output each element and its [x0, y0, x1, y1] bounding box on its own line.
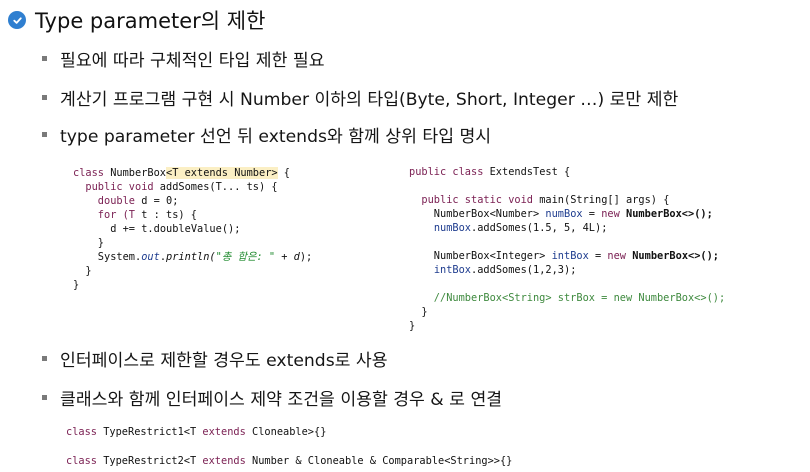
code-line: public static void main(String[] args) { [409, 194, 670, 206]
code-line: d += t.doubleValue(); [110, 223, 241, 235]
bullet-square-icon [42, 132, 47, 137]
heading-text: Type parameter의 제한 [35, 9, 266, 33]
code-comment-line: //NumberBox<String> strBox = new NumberB… [409, 292, 726, 304]
code-line: for (T t : ts) { [73, 209, 198, 221]
code-line: } [73, 237, 104, 249]
bullet-item: 인터페이스로 제한할 경우도 extends로 사용 [42, 346, 388, 371]
code-line: } [409, 306, 428, 318]
code-line: numBox.addSomes(1.5, 5, 4L); [433, 222, 608, 234]
code-line: NumberBox<Integer> intBox = new NumberBo… [409, 250, 720, 262]
bullet-item: type parameter 선언 뒤 extends와 함께 상위 타입 명시 [42, 122, 491, 147]
code-line: System.out.println("총 합은: " + d); [73, 251, 313, 263]
code-block-extendstest: public class ExtendsTest { public static… [409, 165, 725, 333]
code-line: public class ExtendsTest { [409, 166, 571, 178]
bullet-square-icon [42, 395, 47, 400]
checkmark-circle-icon [8, 11, 26, 29]
code-line-typerestrict1: class TypeRestrict1<T extends Cloneable>… [66, 426, 327, 438]
bullet-item: 계산기 프로그램 구현 시 Number 이하의 타입(Byte, Short,… [42, 85, 678, 110]
slide-heading: Type parameter의 제한 [8, 4, 265, 36]
code-line: NumberBox<Number> numBox = new NumberBox… [409, 208, 713, 220]
bullet-item: 필요에 따라 구체적인 타입 제한 필요 [42, 46, 325, 71]
code-line: } [73, 265, 92, 277]
bullet-square-icon [42, 56, 47, 61]
code-line: } [73, 279, 80, 291]
code-line: public void addSomes(T... ts) { [73, 181, 278, 193]
code-line: class NumberBox<T extends Number> { [73, 167, 290, 179]
bullet-item: 클래스와 함께 인터페이스 제약 조건을 이용할 경우 & 로 연결 [42, 385, 502, 410]
code-line: } [409, 320, 416, 332]
code-block-numberbox: class NumberBox<T extends Number> { publ… [73, 166, 312, 292]
code-line: double d = 0; [73, 195, 179, 207]
code-line-typerestrict2: class TypeRestrict2<T extends Number & C… [66, 455, 513, 467]
bullet-square-icon [42, 356, 47, 361]
bullet-square-icon [42, 95, 47, 100]
code-line: intBox.addSomes(1,2,3); [433, 264, 577, 276]
